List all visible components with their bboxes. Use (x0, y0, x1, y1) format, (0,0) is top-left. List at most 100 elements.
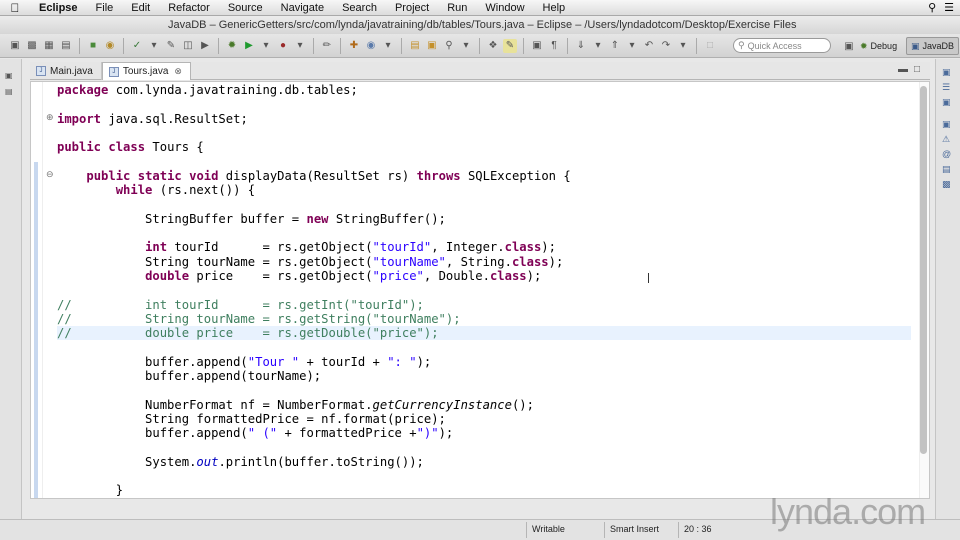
code-line[interactable] (57, 97, 911, 111)
task-list-icon[interactable]: ▣ (942, 97, 954, 109)
pin-editor-icon[interactable]: □ (703, 39, 717, 53)
declaration-icon[interactable]: ▤ (942, 164, 954, 176)
code-line[interactable]: NumberFormat nf = NumberFormat.getCurren… (57, 398, 911, 412)
package-icon[interactable]: ■ (86, 39, 100, 53)
perspective-javadb[interactable]: ▣ JavaDB (906, 37, 960, 55)
fold-collapse-icon[interactable]: ⊖ (46, 169, 54, 180)
code-line[interactable] (57, 197, 911, 211)
code-line[interactable]: System.out.println(buffer.toString()); (57, 455, 911, 469)
back-icon[interactable]: ↶ (642, 39, 656, 53)
package-explorer-icon[interactable]: ▤ (5, 87, 17, 97)
new-class-icon[interactable]: ✚ (347, 39, 361, 53)
javadoc-icon[interactable]: @ (942, 149, 954, 161)
menu-search[interactable]: Search (333, 2, 386, 14)
code-line[interactable] (57, 383, 911, 397)
menu-navigate[interactable]: Navigate (272, 2, 333, 14)
code-line[interactable]: buffer.append("Tour " + tourId + ": "); (57, 355, 911, 369)
code-line[interactable]: buffer.append(" (" + formattedPrice +")"… (57, 426, 911, 440)
save-icon[interactable]: ▩ (25, 39, 39, 53)
code-line[interactable]: int tourId = rs.getObject("tourId", Inte… (57, 240, 911, 254)
code-line[interactable]: String formattedPrice = nf.format(price)… (57, 412, 911, 426)
menu-run[interactable]: Run (438, 2, 476, 14)
highlight-icon[interactable]: ✎ (503, 38, 517, 53)
debug-icon[interactable]: ✹ (225, 39, 239, 53)
code-line[interactable] (57, 126, 911, 140)
code-line[interactable]: package com.lynda.javatraining.db.tables… (57, 83, 911, 97)
code-line[interactable] (57, 283, 911, 297)
forward-icon[interactable]: ↷ (659, 39, 673, 53)
chevron-down-icon[interactable]: ▾ (591, 39, 605, 53)
chevron-down-icon[interactable]: ▾ (293, 39, 307, 53)
tab-tours-java[interactable]: J Tours.java ⊗ (101, 62, 191, 80)
print-icon[interactable]: ▤ (59, 39, 73, 53)
menu-file[interactable]: File (87, 2, 123, 14)
open-perspective-icon[interactable]: ▣ (842, 39, 856, 53)
launch-icon[interactable]: ▶ (198, 39, 212, 53)
new-icon[interactable]: ▣ (8, 39, 22, 53)
outline-icon[interactable]: ☰ (942, 82, 954, 94)
task-icon[interactable]: ✓ (130, 39, 144, 53)
editor-scrollbar[interactable] (920, 86, 927, 454)
open-folder-icon[interactable]: ▤ (408, 39, 422, 53)
code-line[interactable]: // String tourName = rs.getString("tourN… (57, 312, 911, 326)
restore-view-icon[interactable]: ▣ (942, 67, 954, 79)
close-icon[interactable]: ⊗ (174, 66, 182, 77)
toggle-mark-icon[interactable]: ❖ (486, 39, 500, 53)
code-line[interactable] (57, 226, 911, 240)
code-line[interactable]: StringBuffer buffer = new StringBuffer()… (57, 212, 911, 226)
spotlight-icon[interactable]: ⚲ (928, 1, 936, 14)
new-package-icon[interactable]: ◉ (364, 39, 378, 53)
fold-expand-icon[interactable]: ⊕ (46, 112, 54, 123)
console-icon[interactable]: ▩ (942, 179, 954, 191)
open-type-icon[interactable]: ✎ (164, 39, 178, 53)
tab-main-java[interactable]: J Main.java (30, 62, 102, 80)
list-icon[interactable]: ☰ (944, 1, 954, 14)
restore-view-icon[interactable]: ▣ (942, 119, 954, 131)
database-icon[interactable]: ◉ (103, 39, 117, 53)
prev-annotation-icon[interactable]: ⇑ (608, 39, 622, 53)
menu-project[interactable]: Project (386, 2, 438, 14)
server-icon[interactable]: ◫ (181, 39, 195, 53)
chevron-down-icon[interactable]: ▾ (459, 39, 473, 53)
menu-app[interactable]: Eclipse (30, 2, 87, 14)
menu-refactor[interactable]: Refactor (159, 2, 219, 14)
code-line[interactable]: public static void displayData(ResultSet… (57, 169, 911, 183)
code-line[interactable]: // int tourId = rs.getInt("tourId"); (57, 298, 911, 312)
quick-access-input[interactable]: ⚲ Quick Access (733, 38, 831, 53)
code-line[interactable] (57, 469, 911, 483)
maximize-editor-icon[interactable]: □ (914, 64, 920, 75)
show-whitespace-icon[interactable]: ¶ (547, 39, 561, 53)
code-line[interactable] (57, 155, 911, 169)
minimize-editor-icon[interactable]: ▬ (898, 64, 908, 75)
next-annotation-icon[interactable]: ⇓ (574, 39, 588, 53)
code-line[interactable]: while (rs.next()) { (57, 183, 911, 197)
menu-source[interactable]: Source (219, 2, 272, 14)
run-icon[interactable]: ▶ (242, 39, 256, 53)
chevron-down-icon[interactable]: ▾ (625, 39, 639, 53)
problems-icon[interactable]: ⚠ (942, 134, 954, 146)
code-line[interactable]: buffer.append(tourName); (57, 369, 911, 383)
edit-icon[interactable]: ✏ (320, 39, 334, 53)
menu-window[interactable]: Window (476, 2, 533, 14)
code-line[interactable]: // double price = rs.getDouble("price"); (57, 326, 911, 341)
restore-view-icon[interactable]: ▣ (5, 71, 17, 81)
perspective-debug[interactable]: ✹ Debug (856, 37, 901, 55)
code-line[interactable] (57, 340, 911, 354)
chevron-down-icon[interactable]: ▾ (259, 39, 273, 53)
block-selection-icon[interactable]: ▣ (530, 39, 544, 53)
menu-edit[interactable]: Edit (122, 2, 159, 14)
menu-help[interactable]: Help (534, 2, 575, 14)
apple-icon[interactable]:  (0, 1, 30, 15)
code-line[interactable]: import java.sql.ResultSet; (57, 112, 911, 126)
open-file-icon[interactable]: ▣ (425, 39, 439, 53)
chevron-down-icon[interactable]: ▾ (147, 39, 161, 53)
code-line[interactable]: String tourName = rs.getObject("tourName… (57, 255, 911, 269)
chevron-down-icon[interactable]: ▾ (381, 39, 395, 53)
code-line[interactable]: public class Tours { (57, 140, 911, 154)
search-icon[interactable]: ⚲ (442, 39, 456, 53)
save-all-icon[interactable]: ▦ (42, 39, 56, 53)
chevron-down-icon[interactable]: ▾ (676, 39, 690, 53)
external-tools-icon[interactable]: ● (276, 39, 290, 53)
code-editor[interactable]: ⊕ ⊖ package com.lynda.javatraining.db.ta… (30, 81, 930, 499)
code-line[interactable] (57, 441, 911, 455)
